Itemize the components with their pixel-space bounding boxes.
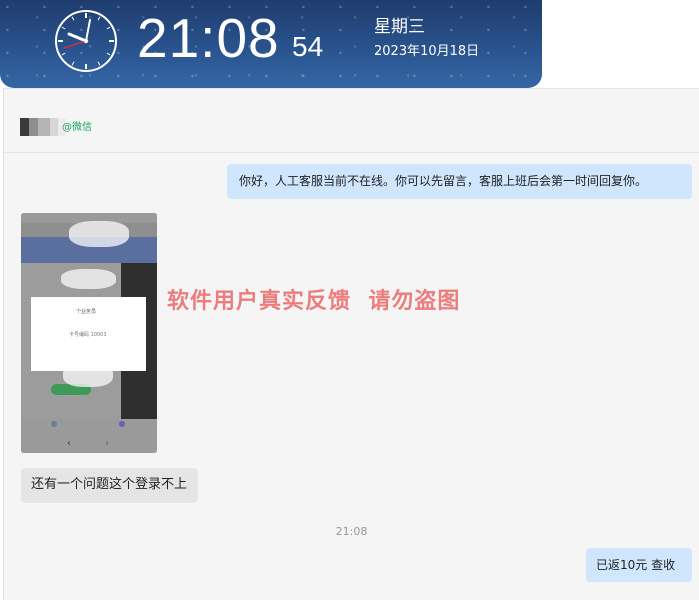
thumb-home-icon: [51, 421, 57, 427]
chat-header: @微信: [4, 89, 699, 153]
watermark-text: 软件用户真实反馈 请勿盗图: [167, 289, 461, 314]
message-text: 还有一个问题这个登录不上: [31, 477, 188, 492]
message-text: 已返10元 查收: [596, 558, 676, 572]
message-bubble-user: 还有一个问题这个登录不上: [21, 468, 198, 503]
blur-smudge: [63, 363, 113, 387]
thumb-back-icon: ‹: [67, 438, 71, 449]
thumb-profile-icon: [119, 421, 125, 427]
digital-time: 21:08: [137, 7, 280, 69]
clock-widget: 21:08 54 星期三 2023年10月18日: [0, 0, 542, 88]
analog-clock-icon: [55, 10, 117, 72]
image-message-thumbnail[interactable]: 个业务员 卡号编码 10003 ‹ ›: [21, 213, 157, 453]
blur-smudge: [69, 221, 129, 247]
message-timestamp: 21:08: [335, 525, 368, 538]
digital-seconds: 54: [292, 31, 324, 62]
blur-smudge: [61, 269, 116, 289]
chat-panel: @微信 你好，人工客服当前不在线。你可以先留言，客服上班后会第一时间回复你。 个…: [3, 88, 699, 600]
thumb-tab-bar: [21, 419, 157, 453]
message-text: 你好，人工客服当前不在线。你可以先留言，客服上班后会第一时间回复你。: [239, 174, 648, 188]
thumb-forward-icon: ›: [105, 438, 109, 449]
thumb-dialog-text: 卡号编码 10003: [69, 332, 107, 338]
thumb-dialog-title: 个业务员: [76, 309, 97, 315]
date-label: 2023年10月18日: [374, 44, 480, 59]
weekday-label: 星期三: [374, 17, 425, 37]
message-bubble-agent-auto-reply: 你好，人工客服当前不在线。你可以先留言，客服上班后会第一时间回复你。: [227, 164, 692, 199]
blurred-contact-name: [20, 118, 66, 136]
contact-source-label: @微信: [62, 122, 92, 133]
message-bubble-agent-refund: 已返10元 查收: [586, 548, 692, 582]
